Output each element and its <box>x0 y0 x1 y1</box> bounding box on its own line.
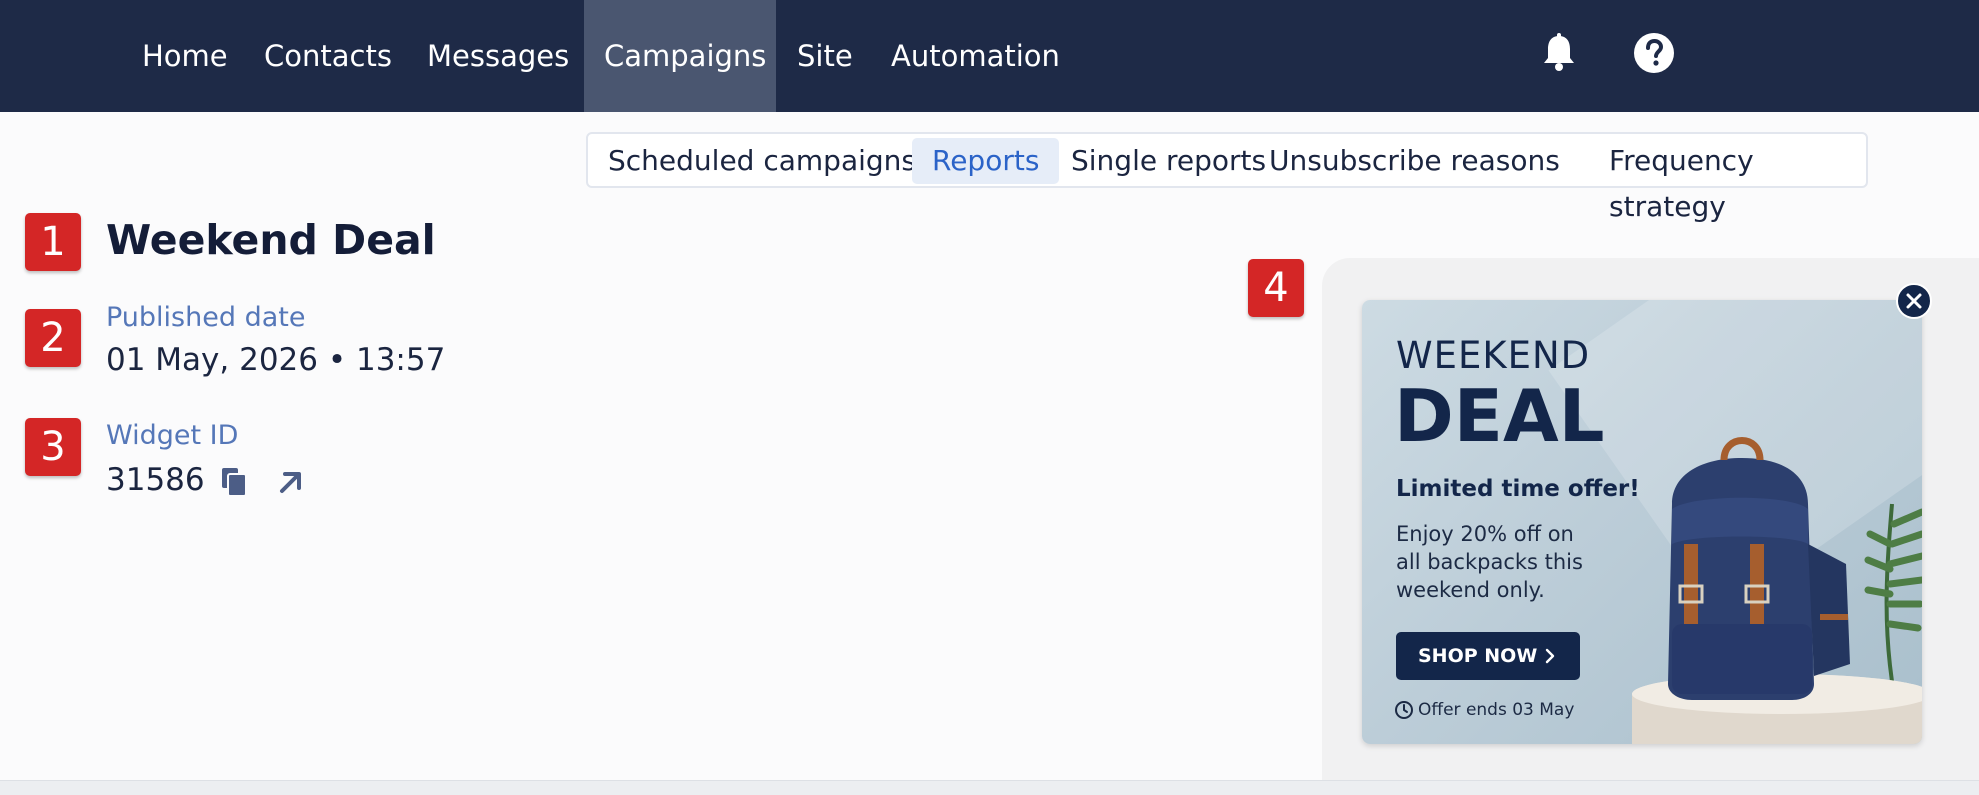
published-date-label: Published date <box>106 302 306 333</box>
widget-id-label: Widget ID <box>106 420 239 451</box>
nav-messages[interactable]: Messages <box>407 0 589 112</box>
open-external-icon[interactable] <box>274 466 306 498</box>
shop-now-label: SHOP NOW <box>1418 645 1538 667</box>
tab-reports[interactable]: Reports <box>912 138 1060 184</box>
help-icon[interactable] <box>1631 30 1677 76</box>
nav-contacts[interactable]: Contacts <box>244 0 412 112</box>
banner-body-text: Enjoy 20% off on all backpacks this week… <box>1396 522 1583 602</box>
tab-unsubscribe-reasons[interactable]: Unsubscribe reasons <box>1249 138 1580 184</box>
banner-limited-offer: Limited time offer! <box>1396 476 1640 502</box>
nav-home[interactable]: Home <box>122 0 248 112</box>
marker-4: 4 <box>1248 259 1304 317</box>
nav-campaigns[interactable]: Campaigns <box>584 0 776 112</box>
page-title: Weekend Deal <box>106 216 436 264</box>
published-date-value: 01 May, 2026 • 13:57 <box>106 342 446 378</box>
top-navigation: Home Contacts Messages Campaigns Site Au… <box>0 0 1979 112</box>
bottom-divider <box>0 780 1979 795</box>
marker-3: 3 <box>25 418 81 476</box>
tab-frequency-strategy[interactable]: Frequency strategy <box>1589 138 1866 223</box>
backpack-image <box>1632 437 1922 744</box>
chevron-right-icon <box>1545 648 1555 664</box>
bell-icon[interactable] <box>1536 30 1582 76</box>
nav-site[interactable]: Site <box>777 0 873 112</box>
widget-preview-banner: WEEKEND DEAL Limited time offer! Enjoy 2… <box>1362 300 1922 744</box>
close-preview-icon[interactable] <box>1896 283 1932 319</box>
banner-headline-weekend: WEEKEND <box>1396 334 1591 377</box>
tab-scheduled-campaigns[interactable]: Scheduled campaigns <box>588 138 936 184</box>
banner-headline-deal: DEAL <box>1394 374 1605 458</box>
subnav-tabs: Scheduled campaigns Reports Single repor… <box>586 132 1868 223</box>
marker-2: 2 <box>25 309 81 367</box>
widget-id-value: 31586 <box>106 462 205 498</box>
shop-now-button[interactable]: SHOP NOW <box>1396 632 1580 680</box>
marker-1: 1 <box>25 213 81 271</box>
copy-icon[interactable] <box>218 466 250 498</box>
nav-automation[interactable]: Automation <box>871 0 1080 112</box>
banner-offer-ends: Offer ends 03 May <box>1418 700 1575 720</box>
clock-icon <box>1395 701 1413 719</box>
